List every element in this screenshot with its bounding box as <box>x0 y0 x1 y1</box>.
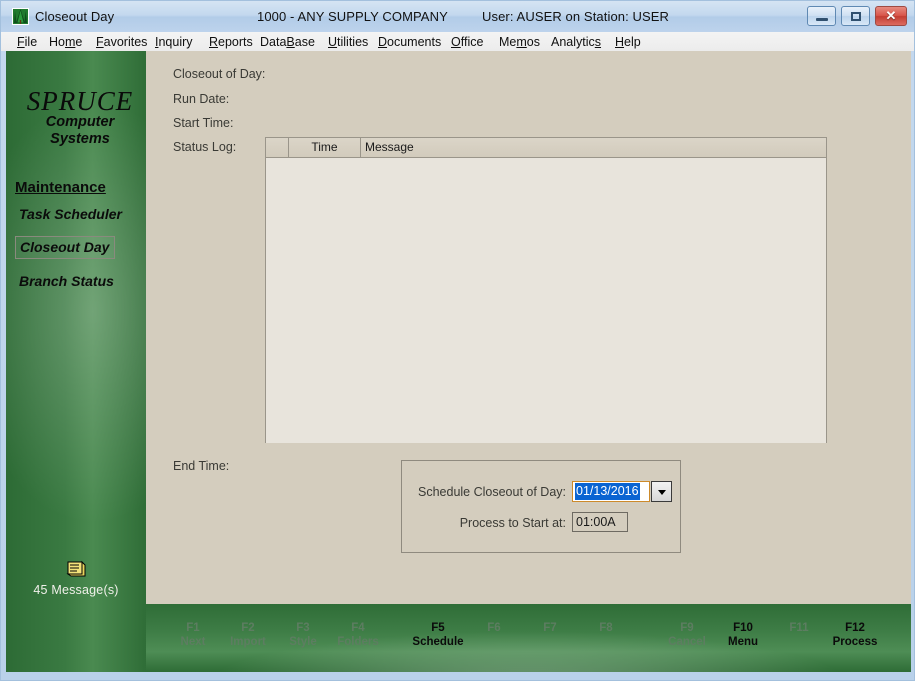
spruce-tree-icon <box>12 8 29 25</box>
label-closeout-of-day: Closeout of Day: <box>173 67 266 81</box>
schedule-date-combo[interactable]: 01/13/2016 <box>572 481 672 502</box>
sidebar-item-closeout-day[interactable]: Closeout Day <box>15 236 116 259</box>
company-label: 1000 - ANY SUPPLY COMPANY <box>257 9 448 24</box>
logo-subtitle: Computer Systems <box>45 114 115 147</box>
message-count-label: 45 Message(s) <box>33 583 119 597</box>
messages-block[interactable]: 45 Message(s) <box>6 559 146 597</box>
restore-icon <box>851 12 861 21</box>
sidebar-item-task-scheduler[interactable]: Task Scheduler <box>17 205 146 223</box>
label-start-time: Start Time: <box>173 116 234 130</box>
label-status-log: Status Log: <box>173 140 237 154</box>
menu-item-database[interactable]: DataBase <box>257 34 318 50</box>
menu-item-inquiry[interactable]: Inquiry <box>152 34 196 50</box>
function-key-number: F4 <box>351 622 365 634</box>
minimize-icon <box>816 18 828 21</box>
spruce-logo: SPRUCE Computer Systems <box>14 87 146 148</box>
status-log-col-time[interactable]: Time <box>289 138 361 157</box>
menu-item-office[interactable]: Office <box>448 34 486 50</box>
close-icon: ✕ <box>885 8 897 23</box>
calendar-dropdown-button[interactable] <box>651 481 672 502</box>
menu-item-analytics[interactable]: Analytics <box>548 34 604 50</box>
sidebar: SPRUCE Computer Systems Maintenance Task… <box>6 51 146 672</box>
application-window: Closeout Day 1000 - ANY SUPPLY COMPANY U… <box>0 0 915 681</box>
schedule-date-input[interactable]: 01/13/2016 <box>572 481 650 502</box>
menu-item-file[interactable]: File <box>14 34 40 50</box>
function-key-f4-folders: F4 Folders <box>315 621 401 649</box>
minimize-button[interactable] <box>807 6 836 26</box>
sidebar-item-label: Branch Status <box>19 273 114 289</box>
process-start-time-input[interactable]: 01:00A <box>572 512 628 532</box>
status-log-header-row: Time Message <box>266 138 826 158</box>
restore-button[interactable] <box>841 6 870 26</box>
sidebar-item-branch-status[interactable]: Branch Status <box>17 272 146 290</box>
sidebar-item-label: Task Scheduler <box>19 206 122 222</box>
closeout-day-form: Closeout of Day: Run Date: Start Time: S… <box>146 51 911 604</box>
schedule-group-box: Schedule Closeout of Day: Process to Sta… <box>401 460 681 553</box>
function-key-number: F12 <box>845 622 865 634</box>
sidebar-nav: Maintenance Task Scheduler Closeout Day Br… <box>6 179 146 303</box>
status-log-col-message[interactable]: Message <box>361 138 826 157</box>
user-station-label: User: AUSER on Station: USER <box>482 9 670 24</box>
window-title: Closeout Day <box>35 9 115 24</box>
function-key-label: Menu <box>727 636 759 648</box>
menu-bar: File Home Favorites Inquiry Reports DataBase U… <box>1 32 914 51</box>
label-run-date: Run Date: <box>173 92 230 106</box>
function-key-f12-process[interactable]: F12 Process <box>812 621 898 649</box>
title-bar: Closeout Day 1000 - ANY SUPPLY COMPANY U… <box>1 1 914 32</box>
label-process-to-start-at: Process to Start at: <box>459 516 566 530</box>
function-key-label: Process <box>832 636 878 648</box>
function-key-number: F8 <box>599 622 613 634</box>
client-area: SPRUCE Computer Systems Maintenance Task… <box>6 51 911 672</box>
label-end-time: End Time: <box>173 459 230 473</box>
function-key-bar: F1 Next F2 Import F3 Style F4 Folders F5 Schedule… <box>146 604 911 672</box>
chevron-down-icon <box>658 490 666 495</box>
menu-item-utilities[interactable]: Utilities <box>325 34 371 50</box>
status-log-col-select[interactable] <box>266 138 289 157</box>
function-key-label: Folders <box>337 636 379 648</box>
status-log-grid[interactable]: Time Message <box>265 137 827 443</box>
menu-item-documents[interactable]: Documents <box>375 34 444 50</box>
logo-title: SPRUCE <box>26 86 134 116</box>
menu-item-memos[interactable]: Memos <box>496 34 543 50</box>
function-key-label: Schedule <box>412 636 464 648</box>
schedule-date-value: 01/13/2016 <box>575 483 640 500</box>
function-key-f8: F8 <box>563 621 649 635</box>
menu-item-help[interactable]: Help <box>612 34 644 50</box>
sidebar-item-label: Closeout Day <box>20 239 110 255</box>
menu-item-home[interactable]: Home <box>46 34 85 50</box>
memo-note-icon <box>65 559 87 578</box>
label-schedule-closeout-of-day: Schedule Closeout of Day: <box>418 485 567 499</box>
sidebar-heading-maintenance: Maintenance <box>15 179 106 196</box>
menu-item-favorites[interactable]: Favorites <box>93 34 150 50</box>
menu-item-reports[interactable]: Reports <box>206 34 256 50</box>
status-log-rows[interactable] <box>266 158 826 443</box>
close-button[interactable]: ✕ <box>875 6 907 26</box>
